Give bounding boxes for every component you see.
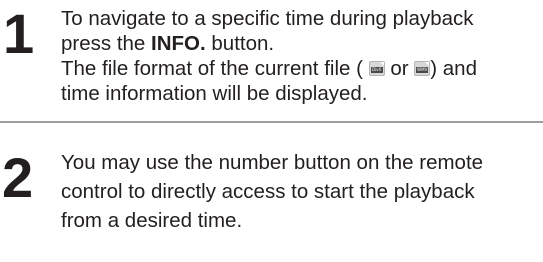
step-1-line-2: press the INFO. button. bbox=[61, 31, 543, 56]
step-number: 1 bbox=[3, 2, 35, 65]
wmv-icon-label: WMV bbox=[416, 67, 429, 73]
step-1-line-3: The file format of the current file ( Di… bbox=[61, 56, 543, 81]
info-button-label: INFO. bbox=[151, 32, 206, 55]
step-1-line-3-post: ) and bbox=[430, 57, 477, 80]
step-1-line-4: time information will be displayed. bbox=[61, 82, 368, 105]
divx-file-icon: DivX bbox=[368, 61, 385, 76]
step-2-line-1: You may use the number button on the rem… bbox=[61, 151, 484, 174]
file-corner bbox=[379, 62, 384, 66]
wmv-file-icon: WMV bbox=[414, 61, 431, 76]
divx-icon-label: DivX bbox=[370, 67, 383, 73]
step-1-line-3-pre: The file format of the current file ( bbox=[61, 57, 369, 80]
step-1-line-3-mid: or bbox=[384, 57, 415, 80]
step-1-text: To navigate to a specific time during pl… bbox=[61, 6, 543, 106]
step-1-line-2-pre: press the bbox=[61, 32, 152, 55]
file-corner bbox=[425, 62, 430, 66]
step-1-line-2-post: button. bbox=[205, 32, 275, 55]
step-2-line-2: control to directly access to start the … bbox=[61, 180, 475, 203]
step-2-line-3: from a desired time. bbox=[61, 209, 243, 232]
step-number: 2 bbox=[2, 146, 34, 209]
step-2-text: You may use the number button on the rem… bbox=[61, 148, 543, 235]
section-divider bbox=[0, 121, 543, 123]
step-1-line-1: To navigate to a specific time during pl… bbox=[61, 7, 474, 30]
